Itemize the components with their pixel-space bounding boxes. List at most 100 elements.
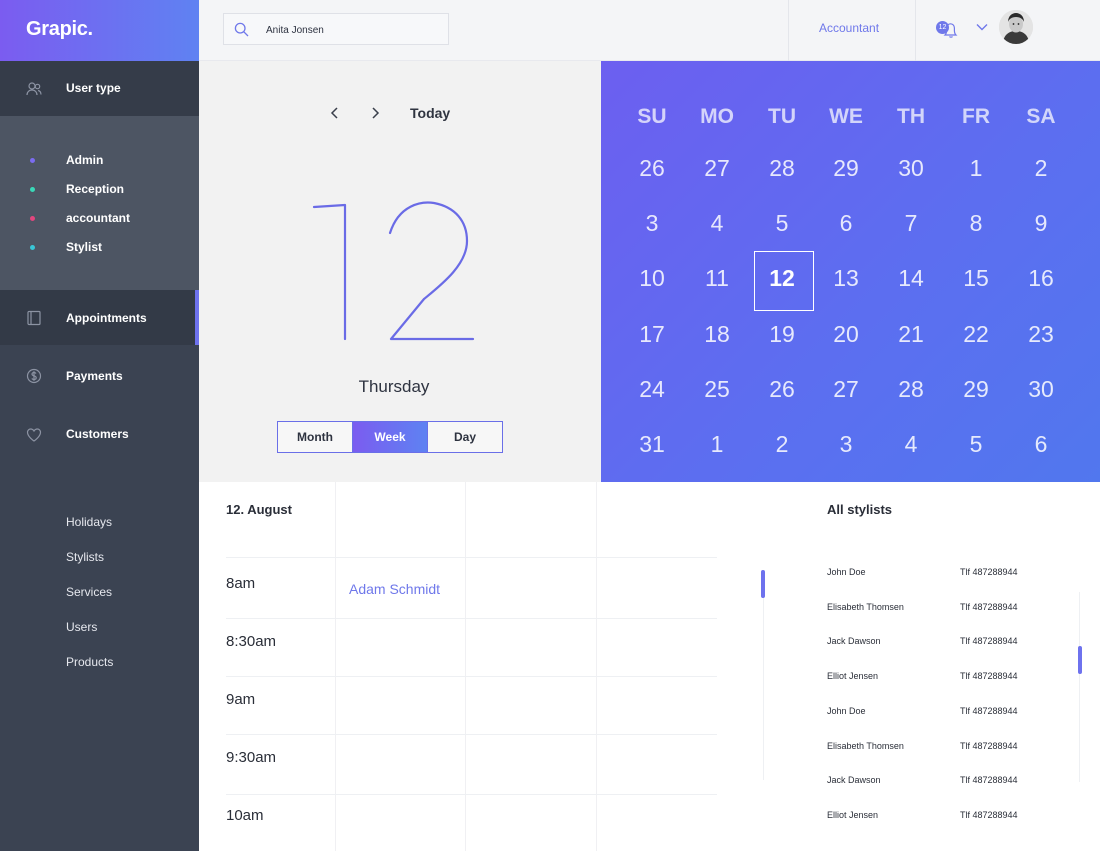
calendar-day[interactable]: 6 (1011, 431, 1071, 458)
calendar-day[interactable]: 26 (622, 155, 682, 182)
user-type-reception[interactable]: Reception (0, 179, 199, 201)
user-type-toggle[interactable]: User type (0, 61, 199, 116)
stylist-row[interactable]: Elisabeth Thomsen Tlf 487288944 (827, 602, 1067, 618)
calendar-day[interactable]: 31 (622, 431, 682, 458)
grid-line (335, 482, 336, 851)
calendar-day[interactable]: 27 (816, 376, 876, 403)
stylist-row[interactable]: John Doe Tlf 487288944 (827, 706, 1067, 722)
appointment-entry[interactable]: Adam Schmidt (349, 581, 440, 597)
calendar-day[interactable]: 15 (946, 265, 1006, 292)
user-type-admin[interactable]: Admin (0, 150, 199, 172)
calendar-day[interactable]: 6 (816, 210, 876, 237)
view-day-button[interactable]: Day (428, 422, 502, 452)
grid-line (596, 482, 597, 851)
calendar-day[interactable]: 24 (622, 376, 682, 403)
calendar-day[interactable]: 30 (881, 155, 941, 182)
sidebar-item-customers[interactable]: Customers (0, 406, 199, 461)
user-type-item-label: Reception (66, 182, 125, 196)
user-type-accountant[interactable]: accountant (0, 208, 199, 230)
chevron-down-icon[interactable] (975, 21, 989, 33)
stylist-row[interactable]: Elliot Jensen Tlf 487288944 (827, 671, 1067, 687)
stylist-list: All stylists John Doe Tlf 487288944 Elisab… (717, 482, 1100, 851)
today-button[interactable]: Today (410, 105, 450, 121)
scrollbar-thumb[interactable] (1078, 646, 1082, 674)
sidebar-item-payments[interactable]: Payments (0, 348, 199, 403)
time-slot-label: 8am (226, 575, 256, 592)
sidebar-item-services[interactable]: Services (66, 585, 112, 599)
calendar-day[interactable]: 3 (816, 431, 876, 458)
calendar-day[interactable]: 26 (752, 376, 812, 403)
scroll-track (763, 598, 764, 780)
calendar-day[interactable]: 29 (946, 376, 1006, 403)
calendar-day[interactable]: 5 (752, 210, 812, 237)
calendar-day[interactable]: 29 (816, 155, 876, 182)
selected-weekday: Thursday (358, 377, 430, 396)
calendar-day[interactable]: 8 (946, 210, 1006, 237)
brand-logo[interactable]: Grapic. (0, 0, 199, 61)
stylist-phone: Tlf 487288944 (960, 740, 1018, 751)
bell-icon[interactable]: 12 (936, 19, 960, 39)
users-icon (26, 81, 42, 97)
calendar-day[interactable]: 20 (816, 321, 876, 348)
chevron-left-icon[interactable] (326, 103, 344, 123)
search-input[interactable] (266, 21, 436, 39)
calendar-day[interactable]: 22 (946, 321, 1006, 348)
heart-icon (26, 427, 42, 443)
calendar-day[interactable]: 10 (622, 265, 682, 292)
search-box[interactable] (223, 13, 449, 45)
chevron-right-icon[interactable] (366, 103, 384, 123)
sidebar-item-products[interactable]: Products (66, 655, 113, 669)
grid-line (226, 557, 717, 558)
calendar-day[interactable]: 21 (881, 321, 941, 348)
calendar-day[interactable]: 7 (881, 210, 941, 237)
user-type-label: User type (66, 81, 121, 95)
calendar-day[interactable]: 16 (1011, 265, 1071, 292)
calendar-day[interactable]: 2 (752, 431, 812, 458)
calendar-day[interactable]: 1 (946, 155, 1006, 182)
stylist-name: Elliot Jensen (827, 671, 879, 682)
calendar-day[interactable]: 14 (881, 265, 941, 292)
sidebar-item-holidays[interactable]: Holidays (66, 515, 112, 529)
calendar-day[interactable]: 4 (881, 431, 941, 458)
sidebar-item-appointments[interactable]: Appointments (0, 290, 199, 345)
calendar-day[interactable]: 11 (687, 265, 747, 292)
stylist-row[interactable]: Jack Dawson Tlf 487288944 (827, 775, 1067, 791)
sidebar: Grapic. User type Admin Reception accoun… (0, 0, 199, 851)
calendar-day[interactable]: 28 (752, 155, 812, 182)
view-week-button[interactable]: Week (353, 422, 428, 452)
calendar-day[interactable]: 5 (946, 431, 1006, 458)
avatar[interactable] (999, 10, 1033, 44)
grid-line (226, 676, 717, 677)
user-type-stylist[interactable]: Stylist (0, 237, 199, 259)
brand-name: Grapic. (26, 18, 93, 40)
view-month-button[interactable]: Month (278, 422, 353, 452)
stylist-row[interactable]: Elisabeth Thomsen Tlf 487288944 (827, 741, 1067, 757)
stylist-row[interactable]: Elliot Jensen Tlf 487288944 (827, 810, 1067, 826)
calendar-day[interactable]: 25 (687, 376, 747, 403)
scrollbar-thumb[interactable] (761, 570, 765, 598)
stylist-row[interactable]: Jack Dawson Tlf 487288944 (827, 636, 1067, 652)
calendar-day[interactable]: 19 (752, 321, 812, 348)
calendar-day[interactable]: 23 (1011, 321, 1071, 348)
stylist-phone: Tlf 487288944 (960, 775, 1018, 786)
calendar-day[interactable]: 30 (1011, 376, 1071, 403)
calendar-day[interactable]: 27 (687, 155, 747, 182)
calendar-day[interactable]: 18 (687, 321, 747, 348)
calendar-day[interactable]: 13 (816, 265, 876, 292)
role-selector[interactable]: Accountant (819, 21, 879, 35)
calendar-day[interactable]: 17 (622, 321, 682, 348)
search-icon[interactable] (234, 22, 249, 37)
calendar-day[interactable]: 1 (687, 431, 747, 458)
sidebar-item-stylists[interactable]: Stylists (66, 550, 104, 564)
stylist-name: Jack Dawson (827, 775, 881, 786)
calendar-day[interactable]: 2 (1011, 155, 1071, 182)
calendar-day[interactable]: 4 (687, 210, 747, 237)
calendar-day[interactable]: 28 (881, 376, 941, 403)
stylist-name: Elisabeth Thomsen (827, 740, 904, 751)
sidebar-item-users[interactable]: Users (66, 620, 97, 634)
calendar-day-selected[interactable]: 12 (752, 265, 812, 292)
calendar-day[interactable]: 3 (622, 210, 682, 237)
stylist-row[interactable]: John Doe Tlf 487288944 (827, 567, 1067, 583)
stylist-phone: Tlf 487288944 (960, 567, 1018, 577)
calendar-day[interactable]: 9 (1011, 210, 1071, 237)
